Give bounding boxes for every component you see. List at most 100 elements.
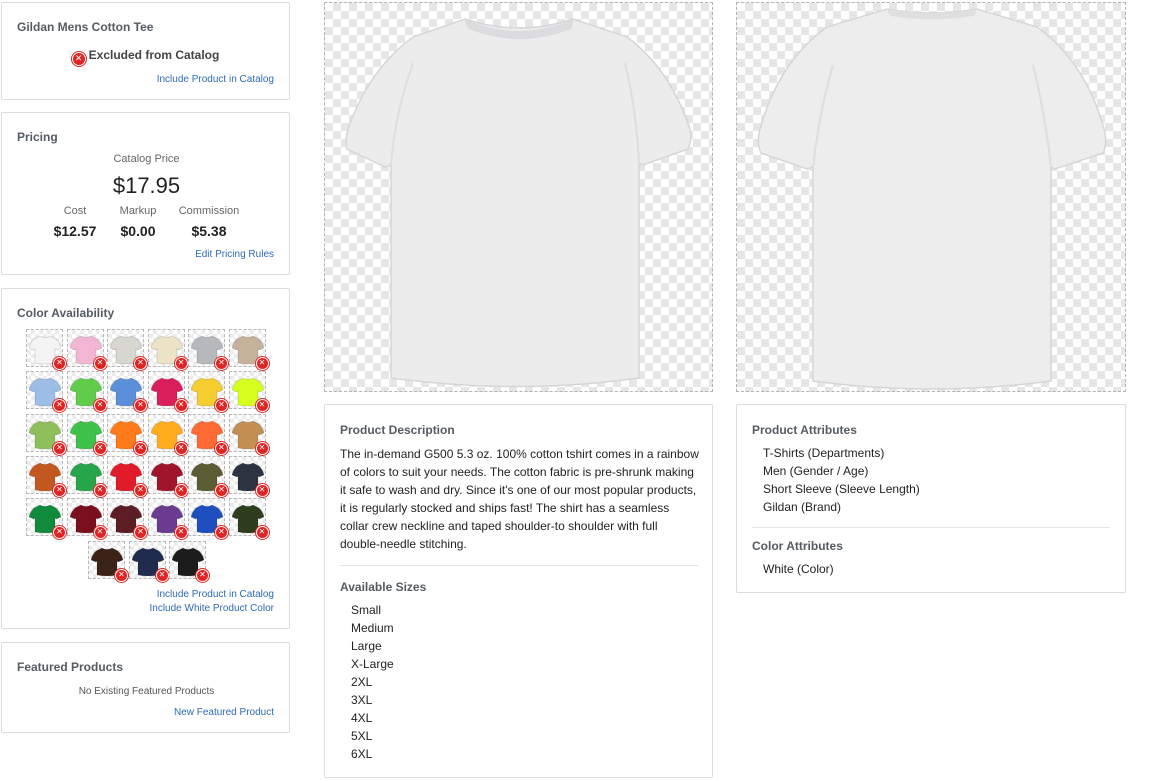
catalog-status-panel: Gildan Mens Cotton Tee ✕ Excluded from Ca… [1, 2, 290, 100]
color-swatch[interactable]: ✕ [147, 371, 188, 413]
close-circle-icon: ✕ [174, 357, 188, 370]
close-circle-icon: ✕ [93, 441, 107, 455]
color-swatch[interactable]: ✕ [26, 413, 66, 455]
description-line: it safe to wash and dry. Since it's one … [340, 483, 697, 497]
color-swatch[interactable]: ✕ [88, 540, 128, 582]
close-circle-icon: ✕ [53, 483, 66, 497]
commission-label: Commission [178, 205, 240, 217]
close-circle-icon: ✕ [174, 483, 188, 497]
available-sizes-title: Available Sizes [340, 580, 427, 594]
include-product-in-catalog-link[interactable]: Include Product in Catalog [157, 589, 274, 600]
close-circle-icon: ✕ [53, 357, 66, 370]
color-swatch[interactable]: ✕ [228, 498, 269, 540]
color-swatch[interactable]: ✕ [188, 413, 228, 455]
color-swatch[interactable]: ✕ [188, 329, 228, 370]
product-name: Gildan Mens Cotton Tee [17, 20, 154, 34]
close-circle-icon: ✕ [215, 357, 228, 370]
size-item: 3XL [351, 693, 373, 707]
size-item: Medium [351, 621, 394, 635]
close-circle-icon: ✕ [93, 399, 107, 413]
color-swatch[interactable]: ✕ [188, 498, 228, 540]
close-circle-icon: ✕ [93, 357, 107, 370]
close-circle-icon: ✕ [155, 568, 169, 582]
size-item: Small [351, 603, 382, 617]
close-circle-icon: ✕ [215, 441, 228, 455]
size-item: 5XL [351, 729, 373, 743]
color-swatch[interactable]: ✕ [228, 455, 269, 497]
color-swatch-grid: ✕ ✕ ✕ ✕ ✕ ✕ ✕ ✕ ✕ ✕ ✕ ✕ ✕ ✕ ✕ ✕ ✕ ✕ ✕ ✕ ✕ ✕ ✕ ✕ ✕ ✕ ✕ ✕ ✕ ✕ ✕ ✕ ✕ [2, 289, 291, 589]
product-description-title: Product Description [340, 423, 455, 437]
attribute-item: T-Shirts (Departments) [763, 446, 885, 460]
color-swatch[interactable]: ✕ [66, 455, 107, 497]
close-circle-icon: ✕ [215, 483, 228, 497]
pricing-title: Pricing [17, 130, 58, 144]
tshirt-front-image [345, 18, 692, 388]
close-circle-icon: ✕ [196, 568, 209, 582]
close-circle-icon: ✕ [71, 52, 86, 66]
include-product-link[interactable]: Include Product in Catalog [157, 74, 274, 85]
description-line: The in-demand G500 5.3 oz. 100% cotton t… [340, 447, 699, 461]
close-circle-icon: ✕ [115, 568, 128, 582]
attribute-item: Gildan (Brand) [763, 500, 842, 514]
color-swatch[interactable]: ✕ [26, 498, 66, 540]
cost-value: $12.57 [53, 223, 97, 239]
close-circle-icon: ✕ [174, 441, 188, 455]
close-circle-icon: ✕ [174, 526, 188, 540]
attributes-list: T-Shirts (Departments) Men (Gender / Age… [763, 444, 920, 516]
featured-empty-text: No Existing Featured Products [78, 686, 215, 697]
color-swatch[interactable]: ✕ [66, 498, 107, 540]
close-circle-icon: ✕ [134, 526, 147, 540]
color-swatch[interactable]: ✕ [26, 455, 66, 497]
close-circle-icon: ✕ [255, 526, 269, 540]
product-image-back[interactable] [736, 2, 1126, 392]
color-swatch[interactable]: ✕ [66, 371, 107, 413]
color-swatch[interactable]: ✕ [107, 413, 147, 455]
close-circle-icon: ✕ [174, 399, 188, 413]
color-swatch[interactable]: ✕ [147, 455, 188, 497]
close-circle-icon: ✕ [215, 526, 228, 540]
catalog-price: $17.95 [112, 173, 181, 198]
product-image-front[interactable] [324, 2, 713, 392]
section-divider [752, 527, 1110, 528]
catalog-status: ✕ Excluded from Catalog [2, 48, 289, 66]
color-swatch[interactable]: ✕ [228, 413, 269, 455]
description-line: of colors to suit your needs. The cotton… [340, 465, 694, 479]
color-swatch[interactable]: ✕ [66, 329, 107, 370]
color-swatch[interactable]: ✕ [128, 540, 169, 582]
color-swatch[interactable]: ✕ [147, 498, 188, 540]
description-line: double-needle stitching. [340, 537, 467, 551]
color-swatch[interactable]: ✕ [147, 329, 188, 370]
edit-pricing-rules-link[interactable]: Edit Pricing Rules [195, 249, 274, 260]
cost-label: Cost [63, 205, 87, 217]
close-circle-icon: ✕ [53, 526, 66, 540]
color-swatch[interactable]: ✕ [169, 540, 209, 582]
color-attributes-title: Color Attributes [752, 539, 843, 553]
color-swatch[interactable]: ✕ [188, 371, 228, 413]
new-featured-product-link[interactable]: New Featured Product [174, 707, 274, 718]
attribute-item: Men (Gender / Age) [763, 464, 869, 478]
color-swatch[interactable]: ✕ [107, 371, 147, 413]
color-swatch[interactable]: ✕ [66, 413, 107, 455]
color-swatch[interactable]: ✕ [228, 371, 269, 413]
color-swatch[interactable]: ✕ [26, 329, 66, 370]
product-attributes-title: Product Attributes [752, 423, 857, 437]
section-divider [340, 565, 698, 566]
color-swatch[interactable]: ✕ [26, 371, 66, 413]
size-item: 4XL [351, 711, 373, 725]
description-line: it is regularly stocked and ships fast! … [340, 501, 670, 515]
featured-products-panel: Featured Products No Existing Featured P… [1, 642, 290, 733]
close-circle-icon: ✕ [255, 483, 269, 497]
color-swatch[interactable]: ✕ [228, 329, 269, 370]
color-swatch[interactable]: ✕ [107, 498, 147, 540]
size-item: Large [351, 639, 382, 653]
include-white-color-link[interactable]: Include White Product Color [149, 603, 274, 614]
color-swatch[interactable]: ✕ [147, 413, 188, 455]
close-circle-icon: ✕ [53, 399, 66, 413]
color-swatch[interactable]: ✕ [107, 329, 147, 370]
color-swatch[interactable]: ✕ [107, 455, 147, 497]
color-swatch[interactable]: ✕ [188, 455, 228, 497]
product-description-text: The in-demand G500 5.3 oz. 100% cotton t… [340, 445, 705, 553]
close-circle-icon: ✕ [255, 441, 269, 455]
description-line: collar crew neckline and taped shoulder-… [340, 519, 658, 533]
close-circle-icon: ✕ [134, 441, 147, 455]
